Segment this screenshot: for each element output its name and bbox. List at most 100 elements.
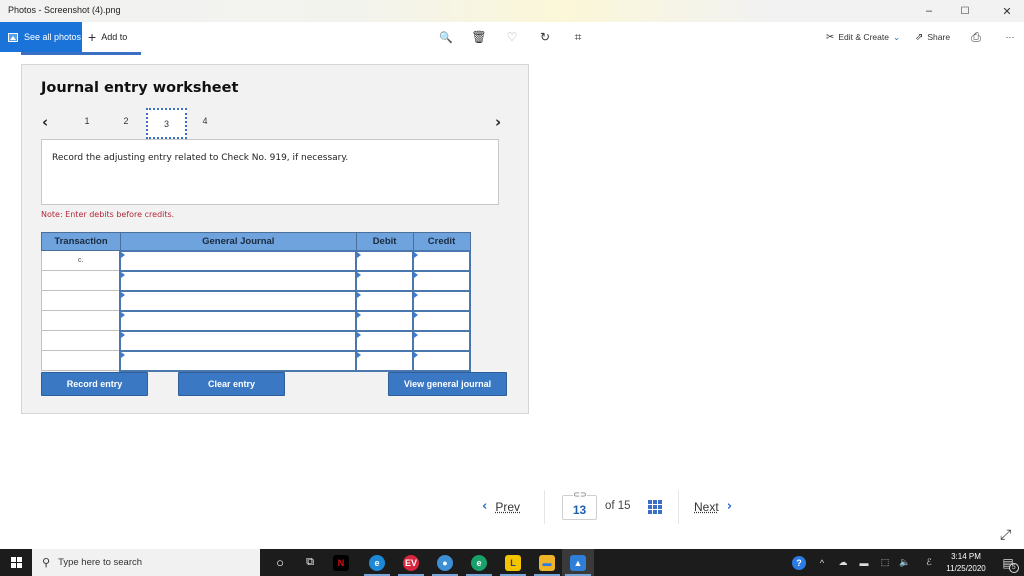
- general-journal-input[interactable]: [121, 272, 356, 290]
- dropdown-marker-icon: [357, 331, 362, 338]
- taskbar-app-chrome-profile[interactable]: ●: [429, 549, 461, 576]
- plus-icon: +: [88, 29, 97, 45]
- general-journal-input[interactable]: [121, 292, 356, 310]
- header-transaction: Transaction: [41, 232, 121, 251]
- debit-cell: [355, 349, 415, 372]
- zoom-icon[interactable]: 🔍: [434, 22, 458, 52]
- maximize-button[interactable]: ☐: [950, 0, 980, 22]
- taskbar-app-expressvpn[interactable]: EV: [395, 549, 427, 576]
- cloud-sync-icon[interactable]: ☁: [834, 549, 852, 576]
- dropdown-marker-icon: [357, 311, 362, 318]
- pager-page-2[interactable]: 2: [119, 116, 133, 126]
- debit-input[interactable]: [357, 272, 413, 290]
- volume-icon[interactable]: 🔈: [896, 549, 914, 576]
- debit-input[interactable]: [357, 292, 413, 310]
- current-question-box[interactable]: ⊂⊃ 13: [562, 491, 597, 520]
- record-entry-button[interactable]: Record entry: [41, 372, 148, 396]
- journal-entry-worksheet: Journal entry worksheet ‹ 1 2 3 4 › Reco…: [21, 64, 529, 414]
- language-icon[interactable]: ℰ: [920, 549, 938, 576]
- general-journal-cell: [119, 309, 358, 332]
- pager-prev-icon[interactable]: ‹: [42, 113, 48, 131]
- debit-input[interactable]: [357, 252, 413, 270]
- add-to-button[interactable]: + Add to: [88, 22, 127, 52]
- transaction-cell: [41, 350, 121, 371]
- taskbar-app-photos[interactable]: ▲: [562, 549, 594, 576]
- dropdown-marker-icon: [121, 351, 126, 358]
- general-journal-cell: [119, 349, 358, 372]
- credit-cell: [412, 289, 471, 312]
- close-button[interactable]: ✕: [992, 0, 1022, 22]
- cortana-icon[interactable]: ○: [264, 549, 296, 576]
- pager-page-4[interactable]: 4: [198, 116, 212, 126]
- taskbar-app-edge-beta[interactable]: e: [463, 549, 495, 576]
- favorite-icon[interactable]: ♡: [500, 22, 524, 52]
- instruction-box: Record the adjusting entry related to Ch…: [41, 139, 499, 205]
- credit-input[interactable]: [414, 332, 469, 350]
- crop-icon[interactable]: ⌗: [566, 22, 590, 52]
- pager-page-3-active[interactable]: 3: [146, 108, 187, 139]
- rotate-icon[interactable]: ↻: [533, 22, 557, 52]
- credit-input[interactable]: [414, 312, 469, 330]
- taskbar-search-input[interactable]: [58, 557, 239, 568]
- general-journal-cell: [119, 249, 358, 272]
- view-general-journal-button[interactable]: View general journal: [388, 372, 507, 396]
- worksheet-title: Journal entry worksheet: [41, 80, 239, 96]
- more-options-icon[interactable]: ···: [998, 22, 1022, 52]
- edit-create-button[interactable]: ✂ Edit & Create ⌄: [826, 22, 900, 52]
- task-view-icon[interactable]: ⧉: [294, 549, 326, 576]
- credit-cell: [412, 309, 471, 332]
- expand-icon[interactable]: ⤢: [1000, 526, 1011, 543]
- taskbar-search[interactable]: ⚲: [32, 549, 260, 576]
- battery-icon[interactable]: ▬: [856, 549, 872, 576]
- debit-input[interactable]: [357, 332, 413, 350]
- pager-page-1[interactable]: 1: [80, 116, 94, 126]
- show-hidden-icons-button[interactable]: ^: [814, 549, 830, 576]
- header-general-journal: General Journal: [119, 232, 357, 251]
- general-journal-input[interactable]: [121, 252, 356, 270]
- journal-row: [41, 349, 471, 372]
- start-button[interactable]: [0, 549, 32, 576]
- pager-next-icon[interactable]: ›: [495, 113, 501, 131]
- taskbar-app-edge[interactable]: e: [361, 549, 393, 576]
- share-icon: ⇗: [915, 31, 924, 43]
- credit-input[interactable]: [414, 352, 469, 370]
- credit-input[interactable]: [414, 252, 469, 270]
- share-button[interactable]: ⇗ Share: [915, 22, 950, 52]
- delete-icon[interactable]: 🗑: [467, 22, 491, 52]
- dropdown-marker-icon: [121, 271, 126, 278]
- transaction-cell: [41, 270, 121, 291]
- prev-question-link[interactable]: ‹ Prev: [482, 499, 520, 514]
- journal-row: [41, 309, 471, 332]
- windows-logo-icon: [10, 557, 22, 568]
- dropdown-marker-icon: [414, 251, 419, 258]
- taskbar-clock[interactable]: 3:14 PM 11/25/2020: [940, 551, 992, 575]
- see-all-photos-button[interactable]: See all photos: [0, 22, 82, 52]
- notifications-button[interactable]: ▤ 5: [996, 549, 1020, 576]
- chrome-profile-icon: ●: [437, 554, 453, 571]
- general-journal-input[interactable]: [121, 332, 356, 350]
- next-question-link[interactable]: Next ›: [694, 499, 732, 514]
- journal-row: [41, 289, 471, 312]
- current-question-number: 13: [572, 503, 587, 517]
- nav-divider: [544, 490, 545, 524]
- general-journal-input[interactable]: [121, 352, 356, 370]
- nav-divider: [678, 490, 679, 524]
- taskbar-app-file-explorer[interactable]: ▬: [531, 549, 563, 576]
- print-icon[interactable]: ⎙: [964, 22, 988, 52]
- network-icon[interactable]: ⬚: [876, 549, 894, 576]
- help-tray-icon[interactable]: ?: [788, 549, 810, 576]
- general-journal-cell: [119, 289, 358, 312]
- window-title: Photos - Screenshot (4).png: [8, 5, 121, 15]
- debit-input[interactable]: [357, 352, 413, 370]
- active-tab-indicator: [21, 52, 141, 55]
- minimize-button[interactable]: –: [914, 0, 944, 22]
- general-journal-input[interactable]: [121, 312, 356, 330]
- grid-view-icon[interactable]: [648, 500, 662, 514]
- clear-entry-button[interactable]: Clear entry: [178, 372, 285, 396]
- taskbar-app-lingoes[interactable]: L: [497, 549, 529, 576]
- credit-input[interactable]: [414, 292, 469, 310]
- credit-input[interactable]: [414, 272, 469, 290]
- debit-input[interactable]: [357, 312, 413, 330]
- transaction-cell: [41, 330, 121, 351]
- taskbar-app-netflix[interactable]: N: [325, 549, 357, 576]
